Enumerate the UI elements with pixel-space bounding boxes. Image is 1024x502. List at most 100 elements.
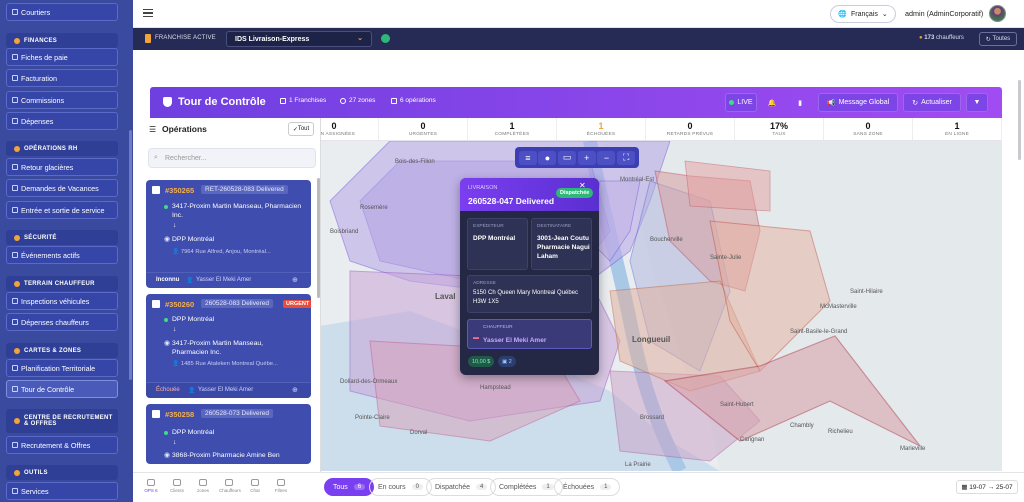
filter-tab[interactable]: Échouées 1 xyxy=(554,478,621,496)
sender-value: DPP Montréal xyxy=(473,235,516,242)
checkbox[interactable] xyxy=(152,300,160,308)
globe-icon: 🌐 xyxy=(838,11,847,18)
bottom-nav-item[interactable]: Chat xyxy=(245,479,265,493)
content-scrollbar[interactable] xyxy=(1018,80,1021,160)
plus-circle-icon[interactable]: ⊕ xyxy=(292,386,298,394)
operation-ref: 260528-073 Delivered xyxy=(201,409,273,418)
menu-icon[interactable] xyxy=(143,9,153,17)
zoom-out-button[interactable]: − xyxy=(597,150,616,165)
box-icon xyxy=(391,97,397,104)
checkbox[interactable] xyxy=(152,410,160,418)
filter-tab[interactable]: En cours 0 xyxy=(369,478,432,496)
select-all-button[interactable]: ✓ Tout xyxy=(288,122,314,136)
map-place-label: Saint-Basile-le-Grand xyxy=(790,329,847,335)
sidebar-item-icon xyxy=(12,185,18,191)
all-franchises-button[interactable]: ↻ Toutes xyxy=(979,32,1017,46)
sidebar-item-icon xyxy=(12,319,18,325)
stats-button[interactable]: ▮ xyxy=(790,93,810,112)
sidebar-item[interactable]: Inspections véhicules xyxy=(6,292,118,310)
sidebar-item[interactable]: Fiches de paie xyxy=(6,48,118,66)
stat-item[interactable]: 17% TAUX xyxy=(735,118,824,140)
sidebar-item[interactable]: Entrée et sortie de service xyxy=(6,201,118,219)
operations-count: 6 opérations xyxy=(391,97,436,104)
language-selector[interactable]: 🌐 Français ⌄ xyxy=(830,5,896,23)
pin-button[interactable]: ● xyxy=(538,150,557,165)
stat-label: COMPLÉTÉES xyxy=(494,132,530,137)
sidebar-scrollbar[interactable] xyxy=(129,130,132,380)
plus-icon: + xyxy=(584,152,590,163)
dropoff-street: 👤 1485 Rue Ataleken Montreal Québe... xyxy=(172,361,278,367)
filter-tab[interactable]: Complétées 1 xyxy=(490,478,563,496)
bottom-nav-item[interactable]: Clients xyxy=(167,479,187,493)
close-icon[interactable]: ✕ xyxy=(579,181,586,190)
avatar[interactable] xyxy=(989,5,1006,22)
filter-tab[interactable]: Tous 6 xyxy=(324,478,375,496)
nav-label: Filtres xyxy=(274,488,288,493)
sidebar-item[interactable]: Tour de Contrôle xyxy=(6,380,118,398)
stat-value: 1 xyxy=(954,121,960,131)
bell-icon: 🔔 xyxy=(767,99,777,107)
location-icon: ◉ xyxy=(164,452,170,459)
sidebar-item[interactable]: Recrutement & Offres xyxy=(6,436,118,454)
map-canvas[interactable]: Bois-des-Filion Rosemère Boisbriand Laval Bo… xyxy=(290,141,1002,471)
map[interactable]: Bois-des-Filion Rosemère Boisbriand Laval Bo… xyxy=(290,141,1002,471)
driver-name: Yasser El Meki Amer xyxy=(196,277,252,283)
bottom-nav-item[interactable]: OPS 6 xyxy=(141,479,161,493)
sidebar-item[interactable]: Facturation xyxy=(6,69,118,87)
operations-scrollbar[interactable] xyxy=(317,178,320,298)
date-range-button[interactable]: ▦ 19-07 → 25-07 xyxy=(956,480,1018,494)
sidebar-item[interactable]: Courtiers xyxy=(6,3,118,21)
map-place-label: Pointe-Claire xyxy=(355,415,390,421)
search-input[interactable]: ⌕ Rechercher... xyxy=(148,148,316,168)
stat-item[interactable]: 0 URGENTES xyxy=(379,118,468,140)
stat-item[interactable]: 1 ÉCHOUÉES xyxy=(557,118,646,140)
stat-item[interactable]: 1 COMPLÉTÉES xyxy=(468,118,557,140)
franchise-selected: IDS Livraison-Express xyxy=(235,35,310,43)
sidebar-item[interactable]: Événements actifs xyxy=(6,246,118,264)
map-place-label: Boisbriand xyxy=(330,229,358,235)
sidebar-section-label: CARTES & ZONES xyxy=(24,347,82,354)
map-place-label: Boucherville xyxy=(650,237,683,243)
stat-item[interactable]: 0 RETARDS PRÉVUS xyxy=(646,118,735,140)
map-place-label: Laval xyxy=(435,292,455,301)
plus-circle-icon[interactable]: ⊕ xyxy=(292,276,298,284)
stat-item[interactable]: 1 EN LIGNE xyxy=(913,118,1002,140)
sidebar-item[interactable]: Demandes de Vacances xyxy=(6,179,118,197)
sidebar-item[interactable]: Services xyxy=(6,482,118,500)
truck-button[interactable]: ▭ xyxy=(558,150,577,165)
recipient-value: 3001-Jean Coutu Pharmacie Nagui Laham xyxy=(537,235,590,260)
stat-item[interactable]: 0 SANS ZONE xyxy=(824,118,913,140)
layers-button[interactable]: ≡ xyxy=(518,150,537,165)
sidebar-item[interactable]: Dépenses chauffeurs xyxy=(6,313,118,331)
map-place-label: Saint-Hilaire xyxy=(850,289,883,295)
sidebar-item[interactable]: Dépenses xyxy=(6,112,118,130)
notifications-button[interactable]: 🔔 xyxy=(762,93,782,112)
live-dot-icon xyxy=(729,100,735,105)
bottom-nav-item[interactable]: zones xyxy=(193,479,213,493)
dropoff-address: ◉ 3868-Proxim Pharmacie Amine Ben xyxy=(164,451,311,460)
bottom-nav-item[interactable]: Chauffeurs xyxy=(219,479,241,493)
sidebar-item[interactable]: Planification Territoriale xyxy=(6,359,118,377)
operation-card[interactable]: #350260 260528-083 Delivered URGENT DPP … xyxy=(146,294,311,398)
operation-card[interactable]: #350258 260528-073 Delivered DPP Montréa… xyxy=(146,404,311,464)
filter-button[interactable]: ▼ xyxy=(966,93,988,112)
franchise-select[interactable]: IDS Livraison-Express ⌄ xyxy=(226,31,372,47)
sidebar-item[interactable]: Commissions xyxy=(6,91,118,109)
live-button[interactable]: LIVE xyxy=(725,93,757,112)
zoom-in-button[interactable]: + xyxy=(577,150,596,165)
sidebar-section: OPÉRATIONS RH xyxy=(6,141,118,156)
filter-tab[interactable]: Dispatchée 4 xyxy=(426,478,497,496)
sidebar-item[interactable]: Retour glacières xyxy=(6,158,118,176)
package-count: 2 xyxy=(508,358,512,365)
operation-card[interactable]: #350265 RET-260528-083 Delivered 3417-Pr… xyxy=(146,180,311,288)
shield-icon xyxy=(163,97,172,107)
drivers-number: 173 xyxy=(924,35,935,41)
fullscreen-button[interactable]: ⛶ xyxy=(617,150,636,165)
sidebar-item-label: Planification Territoriale xyxy=(21,363,96,373)
bottom-nav-item[interactable]: Filtres xyxy=(271,479,291,493)
refresh-button[interactable]: ↻ Actualiser xyxy=(903,93,961,112)
checkbox[interactable] xyxy=(152,186,160,194)
dropoff-address: ◉ 3417-Proxim Martin Manseau, Pharmacien … xyxy=(164,339,292,357)
driver-box[interactable]: CHAUFFEUR ▬ Yasser El Meki Amer xyxy=(467,319,592,349)
global-message-button[interactable]: 📢 Message Global xyxy=(818,93,898,112)
